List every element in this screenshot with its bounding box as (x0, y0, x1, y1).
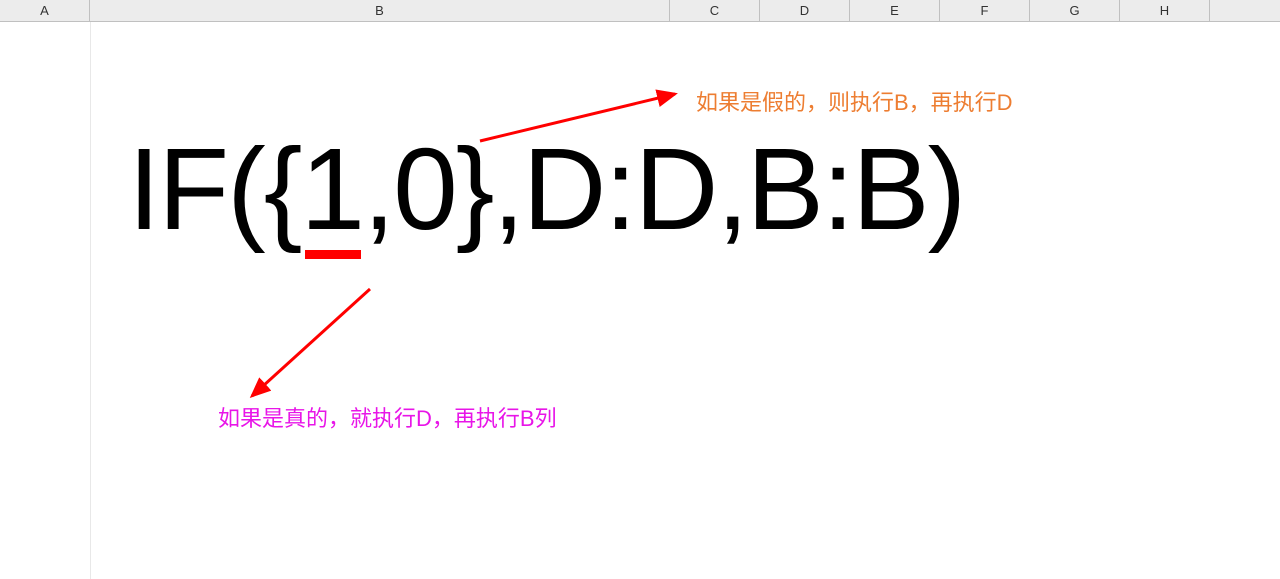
column-headers: A B C D E F G H (0, 0, 1280, 22)
col-header-H[interactable]: H (1120, 0, 1210, 21)
annotation-true-text: 如果是真的，就执行D，再执行B列 (218, 401, 557, 433)
col-header-G[interactable]: G (1030, 0, 1120, 21)
col-header-A[interactable]: A (0, 0, 90, 21)
annotation-false-text: 如果是假的，则执行B，再执行D (696, 85, 1013, 117)
col-header-C[interactable]: C (670, 0, 760, 21)
formula-text: IF({1,0},D:D,B:B) (128, 122, 964, 256)
col-header-F[interactable]: F (940, 0, 1030, 21)
arrow-down-icon (240, 284, 380, 404)
col-header-B[interactable]: B (90, 0, 670, 21)
red-underline (305, 250, 361, 259)
col-header-E[interactable]: E (850, 0, 940, 21)
spreadsheet-body[interactable]: IF({1,0},D:D,B:B) 如果是假的，则执行B，再执行D 如果是真的，… (0, 22, 1280, 579)
col-header-D[interactable]: D (760, 0, 850, 21)
